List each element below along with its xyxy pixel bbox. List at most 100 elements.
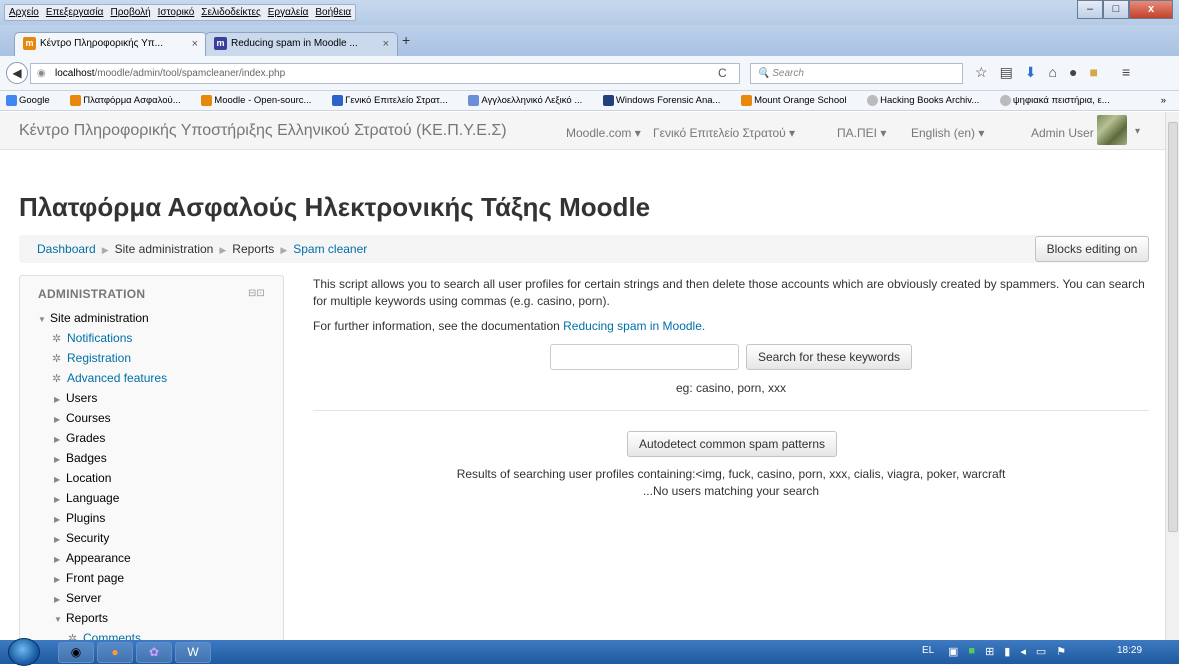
autodetect-button[interactable]: Autodetect common spam patterns <box>627 431 837 457</box>
nav-papei[interactable]: ΠΑ.ΠΕΙ ▾ <box>837 126 886 140</box>
reload-icon[interactable]: C <box>718 63 727 84</box>
sidebar-item-badges[interactable]: ▶ Badges <box>20 448 285 468</box>
language-menu[interactable]: English (en) ▾ <box>911 126 984 140</box>
minimize-button[interactable]: – <box>1077 0 1103 19</box>
menu-edit[interactable]: Επεξεργασία <box>46 7 104 18</box>
clock[interactable]: 18:29 <box>1117 645 1142 656</box>
sidebar-item-reports[interactable]: ▼ Reports <box>20 608 285 628</box>
bookmark-platform[interactable]: Πλατφόρμα Ασφαλού... <box>70 94 189 106</box>
sidebar-item-plugins[interactable]: ▶ Plugins <box>20 508 285 528</box>
menu-view[interactable]: Προβολή <box>110 7 150 18</box>
sidebar-item-courses[interactable]: ▶ Courses <box>20 408 285 428</box>
close-tab-icon[interactable]: × <box>192 33 198 55</box>
nav-army-staff[interactable]: Γενικό Επιτελείο Στρατού ▾ <box>653 126 795 140</box>
sidebar-link[interactable]: Notifications <box>67 331 132 345</box>
menu-bookmarks[interactable]: Σελιδοδείκτες <box>201 7 260 18</box>
bookmark-label: Windows Forensic Ana... <box>615 95 721 106</box>
menu-help[interactable]: Βοήθεια <box>315 7 351 18</box>
menu-file[interactable]: Αρχείο <box>9 7 39 18</box>
avatar[interactable] <box>1097 115 1127 145</box>
breadcrumb-reports[interactable]: Reports <box>232 242 274 256</box>
sidebar-item-language[interactable]: ▶ Language <box>20 488 285 508</box>
language-indicator[interactable]: EL <box>922 645 934 656</box>
sidebar-link[interactable]: Advanced features <box>67 371 167 385</box>
user-menu-caret-icon[interactable]: ▾ <box>1135 126 1140 137</box>
docs-link[interactable]: Reducing spam in Moodle. <box>563 319 705 333</box>
sidebar-item-front-page[interactable]: ▶ Front page <box>20 568 285 588</box>
sidebar-item-location[interactable]: ▶ Location <box>20 468 285 488</box>
sidebar-item-appearance[interactable]: ▶ Appearance <box>20 548 285 568</box>
site-brand[interactable]: Κέντρο Πληροφορικής Υποστήριξης Ελληνικο… <box>19 122 507 140</box>
sidebar-item-registration[interactable]: ✲ Registration <box>20 348 285 368</box>
menu-tools[interactable]: Εργαλεία <box>268 7 309 18</box>
taskbar-chrome-icon[interactable]: ◉ <box>58 642 94 663</box>
page-scrollbar[interactable] <box>1165 112 1179 640</box>
home-icon[interactable]: ⌂ <box>1049 64 1057 81</box>
network-icon[interactable]: ▣ <box>948 645 958 658</box>
new-tab-button[interactable]: + <box>402 32 410 48</box>
taskbar-firefox-icon[interactable]: ● <box>97 642 133 663</box>
menu-icon[interactable]: ≡ <box>1122 64 1130 81</box>
url-host: localhost <box>55 68 95 79</box>
sidebar-item-notifications[interactable]: ✲ Notifications <box>20 328 285 348</box>
search-input[interactable]: 🔍 Search <box>750 63 963 84</box>
menu-items: Αρχείο Επεξεργασία Προβολή Ιστορικό Σελι… <box>4 4 357 21</box>
chat-icon[interactable]: ● <box>1069 64 1077 81</box>
bookmark-dictionary[interactable]: Αγγλοελληνικό Λεξικό ... <box>468 94 591 106</box>
breadcrumb-separator: ▶ <box>280 245 288 255</box>
tab-moodle-site[interactable]: m Κέντρο Πληροφορικής Υπ... × <box>14 32 207 56</box>
security-icon[interactable]: ■ <box>968 645 975 658</box>
system-tray: ▣ ■ ⊞ ▮ ◂ ▭ ⚑ <box>948 645 1066 658</box>
address-bar[interactable]: ◉ localhost/moodle/admin/tool/spamcleane… <box>30 63 740 84</box>
sidebar-item-advanced-features[interactable]: ✲ Advanced features <box>20 368 285 388</box>
monitor-icon[interactable]: ▭ <box>1036 645 1046 658</box>
bookmark-evidence[interactable]: ψηφιακά πειστήρια, ε... <box>999 94 1119 106</box>
bookmark-label: Γενικό Επιτελείο Στρατ... <box>345 95 448 106</box>
reading-list-icon[interactable]: ▤ <box>1000 64 1013 81</box>
bookmark-moodle[interactable]: Moodle - Open-sourc... <box>201 94 320 106</box>
bookmark-mount-orange[interactable]: Mount Orange School <box>741 94 855 106</box>
signal-icon[interactable]: ▮ <box>1004 645 1010 658</box>
divider <box>313 410 1149 411</box>
results-text: Results of searching user profiles conta… <box>456 467 1006 481</box>
bookmark-forensic[interactable]: Windows Forensic Ana... <box>602 94 730 106</box>
tree-label: Location <box>66 471 112 485</box>
windows-icon[interactable]: ⊞ <box>985 645 994 658</box>
taskbar-app-icon[interactable]: ✿ <box>136 642 172 663</box>
maximize-button[interactable]: □ <box>1103 0 1129 19</box>
pocket-icon[interactable]: ■ <box>1089 64 1097 81</box>
bookmarks-overflow-icon[interactable]: » <box>1161 91 1166 110</box>
search-keywords-button[interactable]: Search for these keywords <box>746 344 912 370</box>
sidebar-item-server[interactable]: ▶ Server <box>20 588 285 608</box>
menu-history[interactable]: Ιστορικό <box>158 7 195 18</box>
flag-icon[interactable]: ⚑ <box>1056 645 1066 658</box>
bookmark-google[interactable]: Google <box>6 94 59 106</box>
sidebar-item-security[interactable]: ▶ Security <box>20 528 285 548</box>
globe-icon: ◉ <box>37 68 46 79</box>
keywords-input[interactable] <box>550 344 739 370</box>
sidebar-item-users[interactable]: ▶ Users <box>20 388 285 408</box>
tab-reducing-spam[interactable]: m Reducing spam in Moodle ... × <box>205 32 398 56</box>
block-controls-icon[interactable]: ⊟⊡ <box>248 288 265 299</box>
tree-site-admin[interactable]: ▼ Site administration <box>20 308 285 328</box>
start-button[interactable] <box>8 638 40 666</box>
bookmark-star-icon[interactable]: ☆ <box>975 64 988 81</box>
blocks-editing-button[interactable]: Blocks editing on <box>1035 236 1149 262</box>
breadcrumb-dashboard[interactable]: Dashboard <box>37 242 96 256</box>
scrollbar-thumb[interactable] <box>1168 122 1178 532</box>
close-tab-icon[interactable]: × <box>383 33 389 55</box>
download-icon[interactable]: ⬇ <box>1025 64 1037 81</box>
back-button[interactable]: ◀ <box>6 62 28 84</box>
volume-icon[interactable]: ◂ <box>1020 645 1026 658</box>
nav-moodle-com[interactable]: Moodle.com ▾ <box>566 126 641 140</box>
close-window-button[interactable]: x <box>1129 0 1173 19</box>
user-menu-name[interactable]: Admin User <box>1031 126 1094 140</box>
sidebar-item-grades[interactable]: ▶ Grades <box>20 428 285 448</box>
further-prefix: For further information, see the documen… <box>313 319 564 333</box>
breadcrumb-spam-cleaner[interactable]: Spam cleaner <box>293 242 367 256</box>
bookmark-hacking[interactable]: Hacking Books Archiv... <box>867 94 988 106</box>
taskbar-word-icon[interactable]: W <box>175 642 211 663</box>
bookmark-army[interactable]: Γενικό Επιτελείο Στρατ... <box>332 94 457 106</box>
sidebar-link[interactable]: Registration <box>67 351 131 365</box>
breadcrumb-site-admin[interactable]: Site administration <box>115 242 214 256</box>
